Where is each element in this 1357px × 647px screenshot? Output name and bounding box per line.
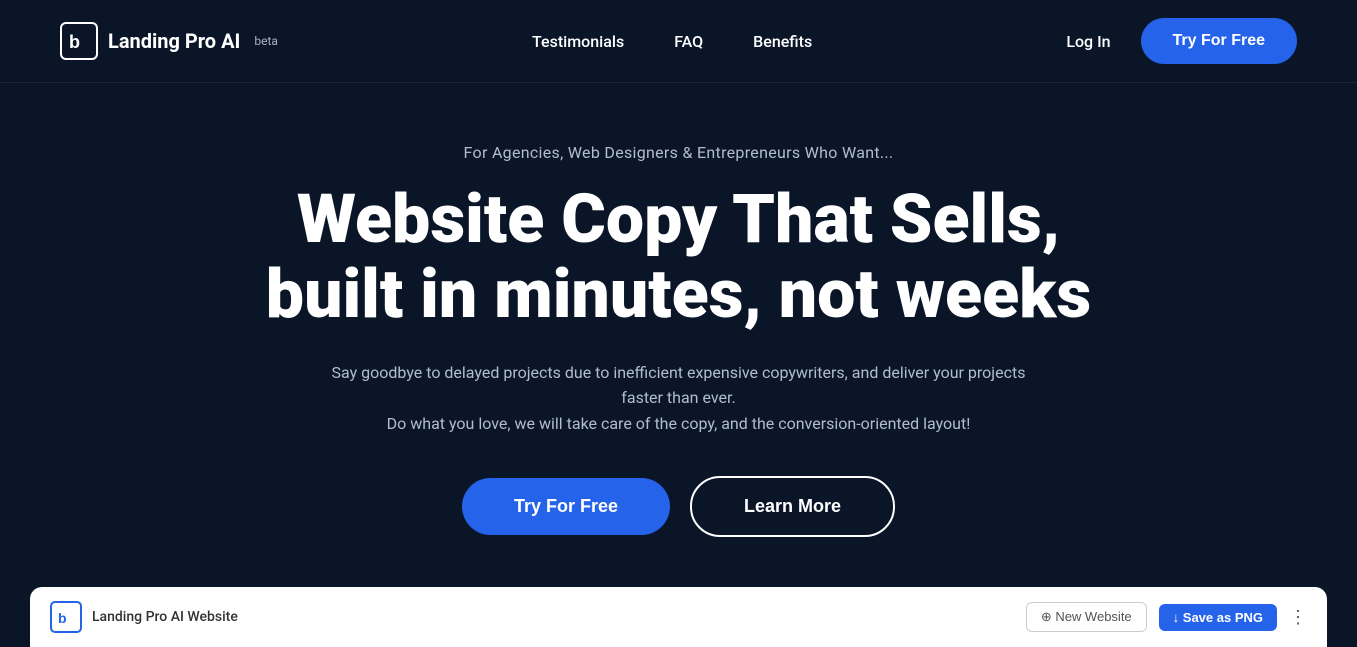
hero-subtitle: For Agencies, Web Designers & Entreprene… <box>464 143 894 162</box>
logo-beta: beta <box>254 34 278 48</box>
hero-desc-line1: Say goodbye to delayed projects due to i… <box>332 363 1026 408</box>
preview-title: Landing Pro AI Website <box>92 609 238 625</box>
hero-description: Say goodbye to delayed projects due to i… <box>319 360 1039 437</box>
learn-more-button[interactable]: Learn More <box>690 476 895 537</box>
new-website-button[interactable]: ⊕ New Website <box>1026 602 1147 632</box>
try-free-hero-button[interactable]: Try For Free <box>462 478 670 535</box>
nav-testimonials[interactable]: Testimonials <box>532 32 624 51</box>
preview-bar-right: ⊕ New Website ↓ Save as PNG ⋮ <box>1026 602 1307 632</box>
logo-icon: b <box>60 22 98 60</box>
hero-section: For Agencies, Web Designers & Entreprene… <box>0 83 1357 587</box>
svg-text:b: b <box>58 610 67 626</box>
nav-links: Testimonials FAQ Benefits <box>532 32 812 51</box>
logo-text: Landing Pro AI <box>108 29 240 53</box>
try-free-nav-button[interactable]: Try For Free <box>1141 18 1297 64</box>
preview-bar-left: b Landing Pro AI Website <box>50 601 238 633</box>
navbar: b Landing Pro AI beta Testimonials FAQ B… <box>0 0 1357 83</box>
nav-benefits[interactable]: Benefits <box>753 32 812 51</box>
hero-buttons: Try For Free Learn More <box>462 476 895 537</box>
preview-logo-icon: b <box>50 601 82 633</box>
nav-right: Log In Try For Free <box>1066 18 1297 64</box>
hero-title: Website Copy That Sells, built in minute… <box>266 182 1091 332</box>
login-link[interactable]: Log In <box>1066 32 1110 51</box>
hero-title-line2: built in minutes, not weeks <box>266 254 1091 334</box>
more-options-icon[interactable]: ⋮ <box>1289 607 1307 628</box>
hero-title-line1: Website Copy That Sells, <box>297 179 1060 259</box>
hero-desc-line2: Do what you love, we will take care of t… <box>387 414 971 433</box>
preview-bar: b Landing Pro AI Website ⊕ New Website ↓… <box>30 587 1327 647</box>
save-png-button[interactable]: ↓ Save as PNG <box>1159 604 1277 631</box>
svg-text:b: b <box>69 32 80 52</box>
logo-area: b Landing Pro AI beta <box>60 22 278 60</box>
nav-faq[interactable]: FAQ <box>674 32 703 51</box>
